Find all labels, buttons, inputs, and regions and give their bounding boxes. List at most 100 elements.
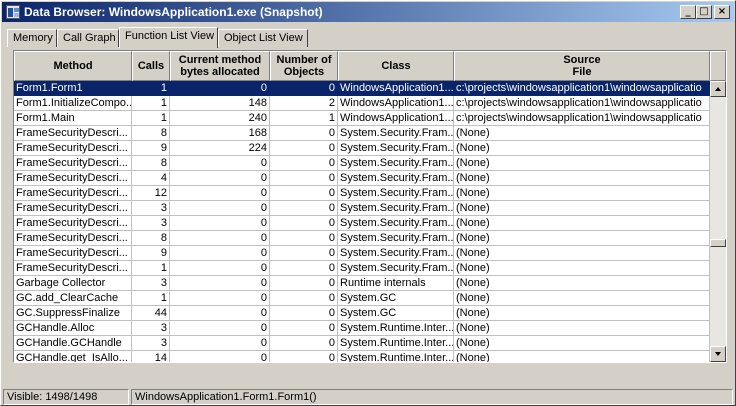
cell-class: WindowsApplication1...: [338, 111, 454, 126]
column-header-calls[interactable]: Calls: [132, 51, 170, 81]
cell-source-file: (None): [454, 201, 710, 216]
column-header-number-of-objects[interactable]: Number of Objects: [270, 51, 338, 81]
scroll-up-button[interactable]: [710, 81, 726, 97]
cell-objects: 0: [270, 186, 338, 201]
table-row[interactable]: GCHandle.Alloc 3 0 0 System.Runtime.Inter...…: [14, 321, 710, 336]
cell-objects: 0: [270, 201, 338, 216]
cell-objects: 1: [270, 111, 338, 126]
table-row[interactable]: FrameSecurityDescri... 3 0 0 System.Security…: [14, 201, 710, 216]
cell-source-file: (None): [454, 141, 710, 156]
cell-calls: 3: [132, 321, 170, 336]
cell-method: GCHandle.get_IsAllo...: [14, 351, 132, 362]
table-row[interactable]: FrameSecurityDescri... 4 0 0 System.Security…: [14, 171, 710, 186]
cell-class: System.Runtime.Inter...: [338, 351, 454, 362]
cell-bytes: 168: [170, 126, 270, 141]
cell-method: FrameSecurityDescri...: [14, 201, 132, 216]
tab-function-list-view[interactable]: Function List View: [119, 27, 218, 48]
column-header-bytes-allocated[interactable]: Current method bytes allocated: [170, 51, 270, 81]
cell-class: System.Security.Fram...: [338, 186, 454, 201]
up-arrow-icon: [715, 87, 721, 91]
cell-objects: 0: [270, 336, 338, 351]
cell-class: System.GC: [338, 291, 454, 306]
minimize-icon: _: [685, 6, 691, 17]
cell-calls: 3: [132, 216, 170, 231]
function-list-grid: Method Calls Current method bytes alloca…: [13, 50, 727, 363]
tab-call-graph[interactable]: Call Graph: [57, 29, 119, 47]
tab-object-list-view[interactable]: Object List View: [218, 29, 308, 47]
cell-calls: 44: [132, 306, 170, 321]
cell-objects: 0: [270, 351, 338, 362]
table-row[interactable]: FrameSecurityDescri... 8 168 0 System.Securi…: [14, 126, 710, 141]
cell-bytes: 0: [170, 216, 270, 231]
table-row[interactable]: Form1.InitializeCompo... 1 148 2 WindowsAppl…: [14, 96, 710, 111]
cell-class: System.Security.Fram...: [338, 201, 454, 216]
cell-bytes: 0: [170, 231, 270, 246]
cell-class: System.Security.Fram...: [338, 156, 454, 171]
minimize-button[interactable]: _: [680, 5, 696, 19]
cell-bytes: 0: [170, 351, 270, 362]
scrollbar-thumb[interactable]: [710, 239, 726, 247]
cell-source-file: (None): [454, 306, 710, 321]
column-header-method[interactable]: Method: [14, 51, 132, 81]
column-header-source-file[interactable]: Source File: [454, 51, 710, 81]
cell-objects: 0: [270, 231, 338, 246]
cell-source-file: (None): [454, 126, 710, 141]
table-row[interactable]: FrameSecurityDescri... 8 0 0 System.Security…: [14, 156, 710, 171]
close-icon: ×: [717, 6, 727, 17]
column-header-class[interactable]: Class: [338, 51, 454, 81]
cell-objects: 0: [270, 261, 338, 276]
cell-bytes: 0: [170, 171, 270, 186]
table-row[interactable]: FrameSecurityDescri... 9 0 0 System.Security…: [14, 246, 710, 261]
tab-memory[interactable]: Memory: [7, 29, 57, 47]
cell-calls: 8: [132, 156, 170, 171]
table-row[interactable]: Garbage Collector 3 0 0 Runtime internals (No…: [14, 276, 710, 291]
cell-source-file: (None): [454, 261, 710, 276]
cell-source-file: c:\projects\windowsapplication1\windowsa…: [454, 111, 710, 126]
table-row[interactable]: Form1.Main 1 240 1 WindowsApplication1... c:\…: [14, 111, 710, 126]
close-button[interactable]: ×: [714, 5, 730, 19]
maximize-button[interactable]: □: [696, 5, 712, 19]
cell-bytes: 0: [170, 201, 270, 216]
cell-class: System.Security.Fram...: [338, 126, 454, 141]
cell-bytes: 0: [170, 156, 270, 171]
table-row[interactable]: FrameSecurityDescri... 1 0 0 System.Security…: [14, 261, 710, 276]
cell-source-file: (None): [454, 321, 710, 336]
cell-method: FrameSecurityDescri...: [14, 141, 132, 156]
table-row[interactable]: FrameSecurityDescri... 3 0 0 System.Security…: [14, 216, 710, 231]
cell-bytes: 0: [170, 261, 270, 276]
vertical-scrollbar[interactable]: [710, 81, 726, 362]
title-bar[interactable]: Data Browser: WindowsApplication1.exe (S…: [2, 2, 734, 22]
table-row[interactable]: GCHandle.get_IsAllo... 14 0 0 System.Runtime…: [14, 351, 710, 362]
cell-calls: 1: [132, 81, 170, 96]
cell-objects: 0: [270, 291, 338, 306]
cell-objects: 0: [270, 81, 338, 96]
table-row[interactable]: FrameSecurityDescri... 9 224 0 System.Securi…: [14, 141, 710, 156]
cell-bytes: 224: [170, 141, 270, 156]
scroll-down-button[interactable]: [710, 346, 726, 362]
tab-label: Memory: [13, 32, 53, 44]
cell-source-file: (None): [454, 276, 710, 291]
table-row[interactable]: GCHandle.GCHandle 3 0 0 System.Runtime.Inter…: [14, 336, 710, 351]
table-row[interactable]: GC.SuppressFinalize 44 0 0 System.GC (None): [14, 306, 710, 321]
cell-method: FrameSecurityDescri...: [14, 156, 132, 171]
cell-method: Form1.Form1: [14, 81, 132, 96]
cell-calls: 9: [132, 141, 170, 156]
cell-calls: 8: [132, 126, 170, 141]
cell-objects: 0: [270, 141, 338, 156]
cell-calls: 3: [132, 276, 170, 291]
cell-source-file: (None): [454, 336, 710, 351]
cell-calls: 1: [132, 291, 170, 306]
table-row[interactable]: FrameSecurityDescri... 12 0 0 System.Securit…: [14, 186, 710, 201]
cell-method: FrameSecurityDescri...: [14, 171, 132, 186]
cell-calls: 1: [132, 96, 170, 111]
cell-bytes: 0: [170, 291, 270, 306]
cell-method: GCHandle.Alloc: [14, 321, 132, 336]
table-row[interactable]: FrameSecurityDescri... 8 0 0 System.Security…: [14, 231, 710, 246]
cell-class: System.Runtime.Inter...: [338, 321, 454, 336]
cell-method: GC.SuppressFinalize: [14, 306, 132, 321]
table-row[interactable]: Form1.Form1 1 0 0 WindowsApplication1... c:\p…: [14, 81, 710, 96]
table-row[interactable]: GC.add_ClearCache 1 0 0 System.GC (None): [14, 291, 710, 306]
header-corner: [710, 51, 726, 81]
cell-objects: 0: [270, 216, 338, 231]
cell-bytes: 0: [170, 186, 270, 201]
